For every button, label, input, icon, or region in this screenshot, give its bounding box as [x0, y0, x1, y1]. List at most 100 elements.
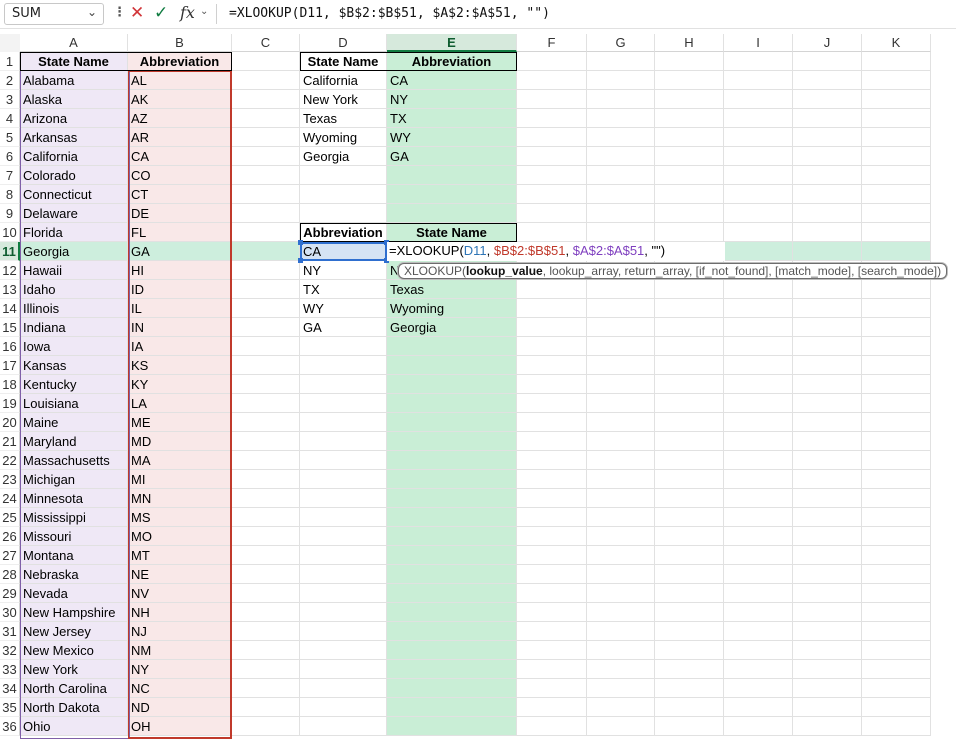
cell[interactable]	[793, 470, 862, 489]
cell[interactable]	[587, 508, 655, 527]
cell[interactable]	[655, 622, 724, 641]
cell[interactable]	[232, 166, 300, 185]
insert-function-button[interactable]: fx	[180, 3, 195, 22]
cell[interactable]	[724, 717, 793, 736]
cell[interactable]	[587, 679, 655, 698]
cell[interactable]	[232, 660, 300, 679]
cell[interactable]	[862, 546, 931, 565]
cell[interactable]	[232, 641, 300, 660]
lookup-header-abbreviation[interactable]: Abbreviation	[387, 52, 517, 71]
cell[interactable]	[862, 679, 931, 698]
cell[interactable]	[300, 641, 387, 660]
cell[interactable]	[793, 603, 862, 622]
cell[interactable]	[793, 413, 862, 432]
cell[interactable]	[862, 451, 931, 470]
row-header-10[interactable]: 10	[0, 223, 20, 242]
cell[interactable]	[517, 299, 587, 318]
cell[interactable]	[793, 394, 862, 413]
abbreviation-cell[interactable]: NC	[128, 679, 232, 698]
cell[interactable]	[724, 584, 793, 603]
cell[interactable]	[232, 223, 300, 242]
cell[interactable]	[724, 603, 793, 622]
cell[interactable]	[587, 527, 655, 546]
state-name-cell[interactable]: Nevada	[20, 584, 128, 603]
cell[interactable]	[517, 451, 587, 470]
cell[interactable]	[793, 432, 862, 451]
cell[interactable]	[793, 318, 862, 337]
cell[interactable]	[724, 641, 793, 660]
cell[interactable]	[793, 679, 862, 698]
abbreviation-cell[interactable]: LA	[128, 394, 232, 413]
abbreviation-cell[interactable]: MO	[128, 527, 232, 546]
state-name-cell[interactable]: Michigan	[20, 470, 128, 489]
cell[interactable]	[587, 185, 655, 204]
cell[interactable]	[300, 185, 387, 204]
cell[interactable]	[387, 166, 517, 185]
cell[interactable]	[300, 394, 387, 413]
abbreviation-cell[interactable]: ID	[128, 280, 232, 299]
row-header-24[interactable]: 24	[0, 489, 20, 508]
cell[interactable]	[793, 109, 862, 128]
lookup-state-cell[interactable]: Wyoming	[300, 128, 387, 147]
cell[interactable]	[587, 546, 655, 565]
cell[interactable]	[655, 52, 724, 71]
cell[interactable]	[387, 508, 517, 527]
row-header-7[interactable]: 7	[0, 166, 20, 185]
lookup-abbr-cell[interactable]: GA	[387, 147, 517, 166]
cell[interactable]	[587, 451, 655, 470]
cell[interactable]	[655, 337, 724, 356]
cell[interactable]	[655, 489, 724, 508]
cell[interactable]	[793, 717, 862, 736]
state-name-cell[interactable]: Nebraska	[20, 565, 128, 584]
cell[interactable]	[655, 185, 724, 204]
state-name-cell[interactable]: Kansas	[20, 356, 128, 375]
cell[interactable]	[517, 603, 587, 622]
abbreviation-cell[interactable]: NH	[128, 603, 232, 622]
state-name-cell[interactable]: Minnesota	[20, 489, 128, 508]
cell[interactable]	[300, 451, 387, 470]
cell[interactable]	[517, 318, 587, 337]
cell[interactable]	[387, 546, 517, 565]
cell[interactable]	[387, 413, 517, 432]
cell[interactable]	[793, 242, 862, 261]
state-name-cell[interactable]: Louisiana	[20, 394, 128, 413]
cell[interactable]	[517, 641, 587, 660]
cell[interactable]	[655, 299, 724, 318]
cell[interactable]	[517, 660, 587, 679]
abbreviation-cell[interactable]: GA	[128, 242, 232, 261]
cell[interactable]	[862, 622, 931, 641]
cell[interactable]	[300, 622, 387, 641]
state-name-cell[interactable]: Massachusetts	[20, 451, 128, 470]
row-header-25[interactable]: 25	[0, 508, 20, 527]
cell[interactable]	[655, 375, 724, 394]
abbreviation-cell[interactable]: KS	[128, 356, 232, 375]
cell[interactable]	[517, 280, 587, 299]
row-header-12[interactable]: 12	[0, 261, 20, 280]
cell[interactable]	[862, 223, 931, 242]
formula-edit-cell[interactable]: =XLOOKUP(D11, $B$2:$B$51, $A$2:$A$51, ""…	[387, 242, 725, 261]
cell[interactable]	[517, 109, 587, 128]
row-header-18[interactable]: 18	[0, 375, 20, 394]
cell[interactable]	[862, 375, 931, 394]
state-name-cell[interactable]: Idaho	[20, 280, 128, 299]
lookup-state-cell[interactable]: Georgia	[300, 147, 387, 166]
abbreviation-cell[interactable]: DE	[128, 204, 232, 223]
cell[interactable]	[724, 698, 793, 717]
cell[interactable]	[862, 489, 931, 508]
cell[interactable]	[387, 394, 517, 413]
cell[interactable]	[793, 546, 862, 565]
cell[interactable]	[387, 584, 517, 603]
cell[interactable]	[724, 413, 793, 432]
cell[interactable]	[232, 527, 300, 546]
cell[interactable]	[862, 52, 931, 71]
abbreviation-cell[interactable]: HI	[128, 261, 232, 280]
cell[interactable]	[387, 679, 517, 698]
cell[interactable]	[387, 451, 517, 470]
close-icon[interactable]: ✕	[130, 3, 144, 23]
cell[interactable]	[587, 204, 655, 223]
cell[interactable]	[655, 546, 724, 565]
cell[interactable]	[587, 717, 655, 736]
cell[interactable]	[862, 109, 931, 128]
cell[interactable]	[232, 508, 300, 527]
cell[interactable]	[387, 622, 517, 641]
